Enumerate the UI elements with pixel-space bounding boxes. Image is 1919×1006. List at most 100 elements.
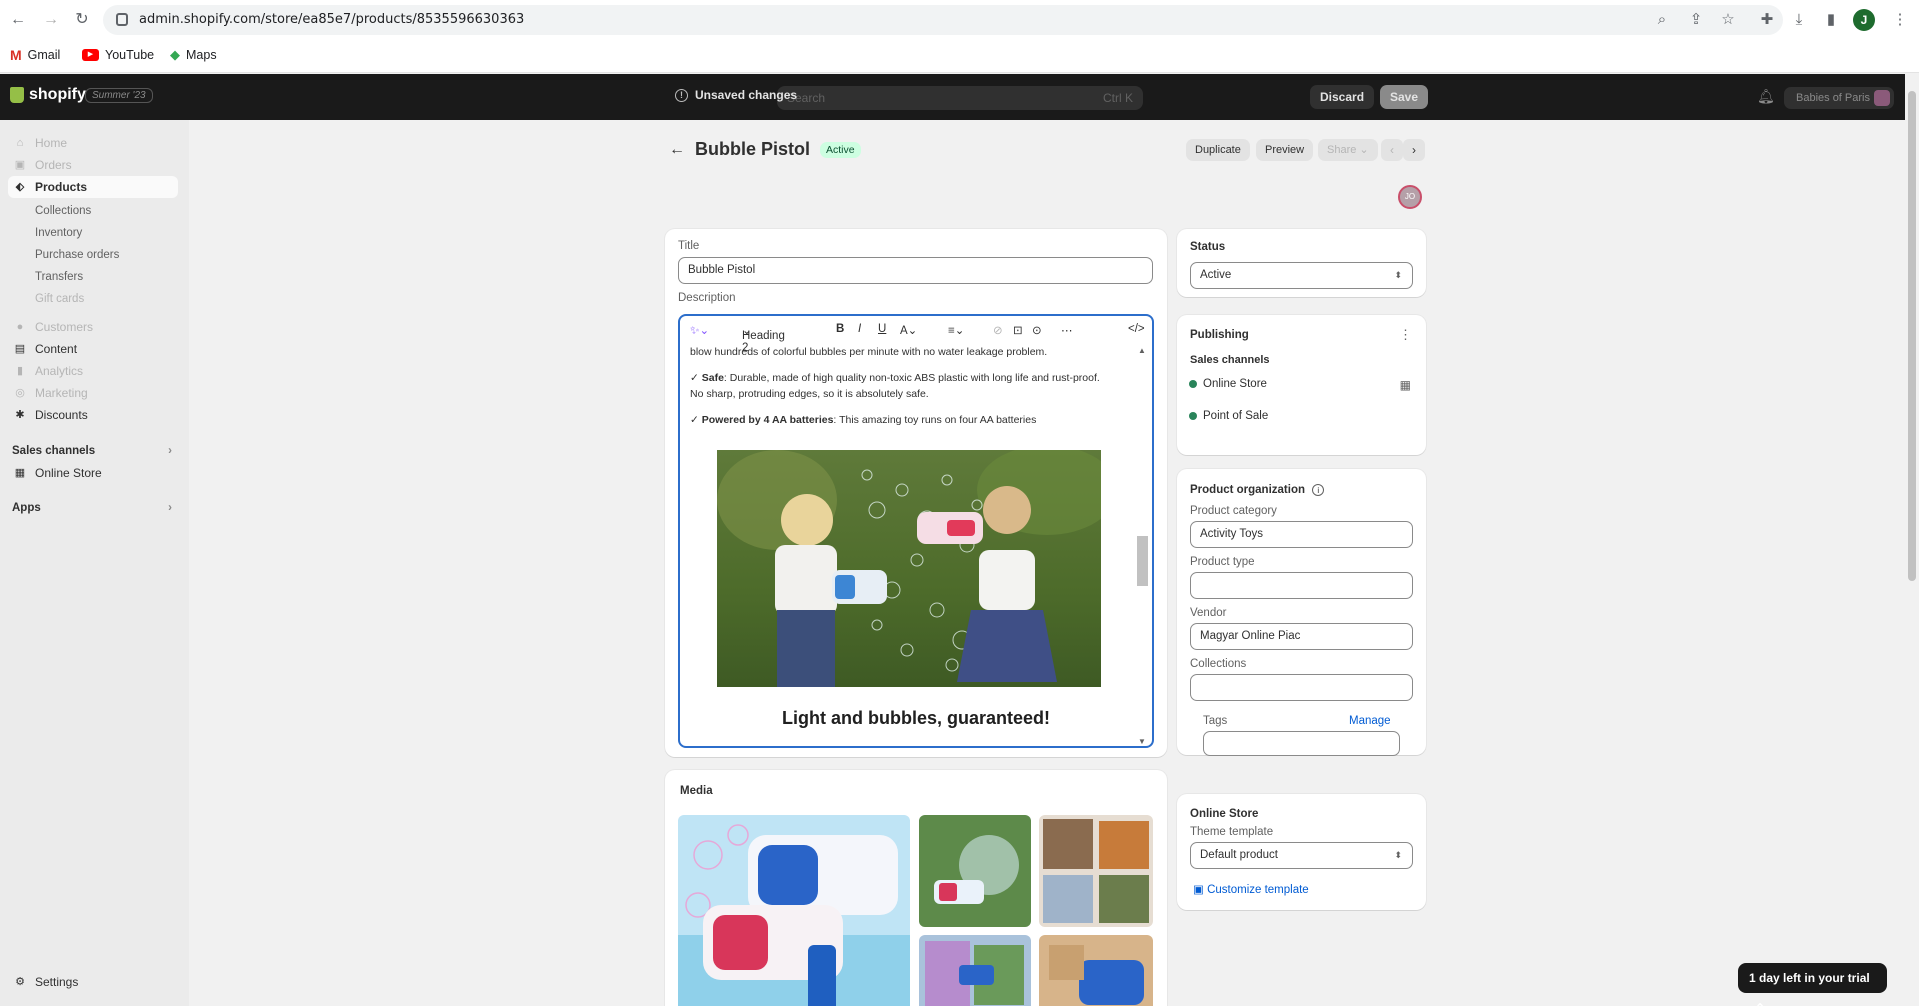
store-icon: ▦ <box>14 467 26 479</box>
link-icon[interactable]: ⊘ <box>993 323 1003 337</box>
scrollbar-thumb[interactable] <box>1137 536 1148 586</box>
forward-arrow-icon[interactable]: → <box>40 9 62 31</box>
format-select[interactable]: Heading 2 ⌄ <box>742 323 785 354</box>
sidebar-item-analytics[interactable]: ▮ Analytics <box>8 360 178 382</box>
save-button[interactable]: Save <box>1380 85 1429 109</box>
sales-channels-label: Sales channels <box>1190 354 1270 366</box>
category-label: Product category <box>1190 505 1277 517</box>
calendar-icon[interactable]: ▦ <box>1400 378 1411 392</box>
page-scrollbar[interactable] <box>1905 74 1919 1006</box>
media-title: Media <box>680 785 713 797</box>
browser-nav-row: ← → ↻ admin.shopify.com/store/ea85e7/pro… <box>0 0 1919 40</box>
scroll-down-icon[interactable]: ▼ <box>1138 737 1146 746</box>
store-switcher[interactable]: Babies of Paris <box>1784 87 1894 109</box>
extensions-icon[interactable]: ✚ <box>1756 9 1778 31</box>
title-input[interactable]: Bubble Pistol <box>678 257 1153 284</box>
page-header: ← Bubble Pistol Active <box>669 139 861 160</box>
check-icon: ✓ <box>690 372 699 384</box>
bookmark-gmail[interactable]: M Gmail <box>10 46 60 64</box>
sidebar-item-settings[interactable]: ⚙ Settings <box>8 971 178 993</box>
sidebar-item-gift-cards[interactable]: Gift cards <box>35 293 84 305</box>
magic-sparkle-icon[interactable]: ✨︎⌄ <box>690 323 709 338</box>
share-icon[interactable]: ⇪ <box>1685 9 1707 31</box>
sidebar-item-online-store[interactable]: ▦ Online Store <box>8 462 178 484</box>
description-image[interactable] <box>717 450 1101 687</box>
trial-banner[interactable]: 1 day left in your trial ⌃ <box>1738 963 1887 1006</box>
sidebar-item-content[interactable]: ▤ Content <box>8 338 178 360</box>
theme-template-value: Default product <box>1200 849 1278 861</box>
code-icon[interactable]: </> <box>1128 323 1145 335</box>
address-bar[interactable]: admin.shopify.com/store/ea85e7/products/… <box>103 5 1783 35</box>
tags-manage-link[interactable]: Manage <box>1349 715 1391 727</box>
sidebar-item-discounts[interactable]: ✱ Discounts <box>8 404 178 426</box>
share-button[interactable]: Share ⌄ <box>1318 139 1378 161</box>
sidebar-item-transfers[interactable]: Transfers <box>35 271 83 283</box>
description-editor[interactable]: ✨︎⌄ Heading 2 ⌄ B I U A⌄ ≡⌄ ⊘ ⊡ ⊙ ⋯ </> … <box>678 314 1154 748</box>
discard-button[interactable]: Discard <box>1310 85 1375 109</box>
search-input[interactable]: Search Ctrl K <box>777 86 1143 110</box>
sidebar-item-inventory[interactable]: Inventory <box>35 227 82 239</box>
previous-product-button[interactable]: ‹ <box>1381 139 1403 161</box>
media-thumbnail-4[interactable] <box>919 935 1031 1006</box>
type-input[interactable] <box>1190 572 1413 599</box>
vendor-label: Vendor <box>1190 607 1227 619</box>
next-product-button[interactable]: › <box>1403 139 1425 161</box>
italic-icon[interactable]: I <box>858 323 861 335</box>
bookmark-maps[interactable]: ◆ Maps <box>170 46 217 64</box>
shopify-logo[interactable]: shopify <box>10 86 86 104</box>
sidebar-apps[interactable]: Apps › <box>12 502 172 514</box>
media-thumbnail-5[interactable] <box>1039 935 1153 1006</box>
sidebar-item-marketing[interactable]: ◎ Marketing <box>8 382 178 404</box>
sidebar-item-collections[interactable]: Collections <box>35 205 91 217</box>
safe-bold: Safe <box>701 372 724 384</box>
media-thumbnail-main[interactable] <box>678 815 910 1006</box>
media-thumbnail-2[interactable] <box>919 815 1031 927</box>
status-select[interactable]: Active ⬍ <box>1190 262 1413 289</box>
text-color-icon[interactable]: A⌄ <box>900 323 917 337</box>
sidepanel-icon[interactable]: ▮ <box>1820 9 1842 31</box>
sidebar-item-orders[interactable]: ▣ Orders <box>8 154 178 176</box>
template-icon: ▣ <box>1193 884 1204 896</box>
more-actions-icon[interactable]: ⋮ <box>1399 327 1412 343</box>
sidebar-item-home[interactable]: ⌂ Home <box>8 132 178 154</box>
media-card: Media <box>665 770 1167 1006</box>
bold-icon[interactable]: B <box>836 323 844 335</box>
sidebar-item-label: Customers <box>35 320 94 334</box>
scroll-up-icon[interactable]: ▲ <box>1138 346 1146 355</box>
info-icon[interactable]: i <box>1312 484 1325 496</box>
menu-dots-icon[interactable]: ⋮ <box>1889 9 1911 31</box>
back-arrow-icon[interactable]: ← <box>669 141 685 159</box>
zoom-icon[interactable]: ⌕ <box>1651 9 1673 31</box>
sidebar-sales-channels[interactable]: Sales channels › <box>12 445 172 457</box>
theme-template-select[interactable]: Default product ⬍ <box>1190 842 1413 869</box>
more-icon[interactable]: ⋯ <box>1061 323 1073 337</box>
reload-icon[interactable]: ↻ <box>71 9 93 31</box>
editor-scrollbar[interactable]: ▲ ▼ <box>1137 346 1148 746</box>
underline-icon[interactable]: U <box>878 323 886 335</box>
page-scrollbar-thumb[interactable] <box>1908 91 1916 581</box>
category-input[interactable]: Activity Toys <box>1190 521 1413 548</box>
bookmark-youtube[interactable]: ▶ YouTube <box>82 46 154 64</box>
star-icon[interactable]: ☆ <box>1717 9 1739 31</box>
sidebar-item-label: Discounts <box>35 408 88 422</box>
sidebar-item-products[interactable]: ⬖ Products <box>8 176 178 198</box>
tags-input[interactable] <box>1203 731 1400 756</box>
product-details-card: Title Bubble Pistol Description ✨︎⌄ Head… <box>665 229 1167 757</box>
sidebar-item-purchase-orders[interactable]: Purchase orders <box>35 249 119 261</box>
preview-button[interactable]: Preview <box>1256 139 1314 161</box>
bookmark-label: Maps <box>186 48 217 62</box>
align-icon[interactable]: ≡⌄ <box>948 323 964 337</box>
sidebar-item-customers[interactable]: ● Customers <box>8 316 178 338</box>
back-arrow-icon[interactable]: ← <box>7 9 29 31</box>
vendor-input[interactable]: Magyar Online Piac <box>1190 623 1413 650</box>
duplicate-button[interactable]: Duplicate <box>1186 139 1250 161</box>
bell-icon[interactable]: 🔔︎ <box>1757 88 1775 105</box>
video-icon[interactable]: ⊙ <box>1032 323 1042 337</box>
profile-avatar[interactable]: J <box>1853 9 1875 31</box>
media-thumbnail-3[interactable] <box>1039 815 1153 927</box>
collections-input[interactable] <box>1190 674 1413 701</box>
download-icon[interactable]: ⤓ <box>1788 9 1810 31</box>
customize-template-link[interactable]: ▣ Customize template <box>1193 882 1309 896</box>
image-icon[interactable]: ⊡ <box>1013 323 1023 337</box>
store-avatar <box>1874 90 1890 106</box>
